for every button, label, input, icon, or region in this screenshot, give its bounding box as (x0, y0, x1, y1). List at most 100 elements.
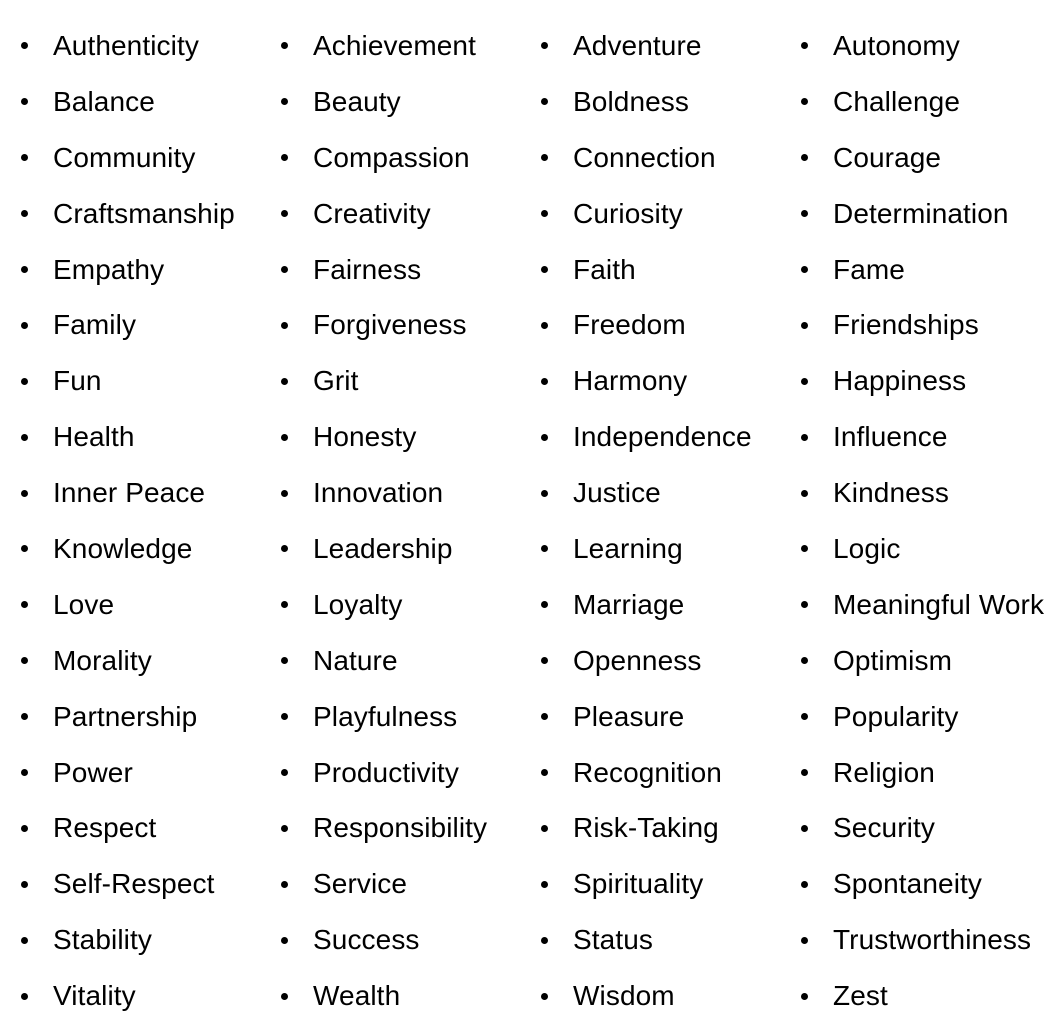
bullet-icon (281, 42, 288, 50)
bullet-icon (281, 657, 288, 665)
list-item: Morality (14, 633, 274, 689)
list-item: Meaningful Work (794, 577, 1050, 633)
bullet-icon (541, 601, 548, 609)
list-item: Creativity (274, 186, 534, 242)
value-label: Risk-Taking (573, 812, 719, 844)
list-item: Spontaneity (794, 856, 1050, 912)
list-item: Kindness (794, 465, 1050, 521)
bullet-icon (21, 936, 28, 944)
value-label: Knowledge (53, 532, 193, 564)
bullet-icon (281, 824, 288, 832)
bullet-icon (281, 266, 288, 273)
value-label: Recognition (573, 756, 722, 788)
bullet-icon (541, 377, 548, 385)
bullet-icon (541, 266, 548, 273)
value-label: Learning (573, 532, 683, 564)
list-item: Nature (274, 633, 534, 689)
value-label: Optimism (833, 644, 953, 676)
bullet-icon (801, 377, 808, 385)
value-label: Status (573, 924, 653, 956)
value-label: Achievement (313, 29, 476, 61)
list-item: Fairness (274, 242, 534, 298)
bullet-icon (801, 601, 808, 609)
bullet-icon (21, 42, 28, 50)
bullet-icon (541, 433, 548, 441)
list-item: Fun (14, 353, 274, 409)
value-label: Morality (53, 644, 152, 676)
bullet-icon (801, 769, 808, 777)
list-item: Vitality (14, 968, 274, 1024)
list-item: Happiness (794, 353, 1050, 409)
list-item: Empathy (14, 242, 274, 298)
value-label: Spontaneity (833, 868, 982, 900)
bullet-icon (21, 266, 28, 273)
list-item: Loyalty (274, 577, 534, 633)
bullet-icon (281, 769, 288, 777)
value-label: Justice (573, 477, 661, 509)
value-label: Adventure (573, 29, 702, 61)
list-item: Risk-Taking (534, 800, 794, 856)
value-label: Service (313, 868, 408, 900)
list-item: Partnership (14, 689, 274, 745)
value-label: Inner Peace (53, 477, 206, 509)
list-item: Community (14, 130, 274, 186)
bullet-icon (21, 154, 28, 162)
value-label: Zest (833, 980, 888, 1012)
value-label: Success (313, 924, 420, 956)
value-label: Partnership (53, 700, 198, 732)
bullet-icon (801, 880, 808, 888)
value-label: Empathy (53, 253, 165, 285)
bullet-icon (281, 377, 288, 385)
bullet-icon (281, 545, 288, 553)
bullet-icon (21, 880, 28, 888)
list-item: Pleasure (534, 689, 794, 745)
value-label: Stability (53, 924, 152, 956)
list-item: Faith (534, 242, 794, 298)
bullet-icon (801, 42, 808, 50)
bullet-icon (541, 154, 548, 162)
bullet-icon (281, 210, 288, 218)
list-item: Learning (534, 521, 794, 577)
bullet-icon (801, 433, 808, 441)
value-label: Grit (313, 365, 359, 397)
value-label: Leadership (313, 532, 453, 564)
value-label: Balance (53, 85, 155, 117)
list-item: Leadership (274, 521, 534, 577)
bullet-icon (21, 321, 28, 329)
bullet-icon (801, 266, 808, 273)
list-item: Wisdom (534, 968, 794, 1024)
value-label: Autonomy (833, 29, 960, 61)
bullet-icon (281, 154, 288, 162)
bullet-icon (541, 880, 548, 888)
bullet-icon (21, 657, 28, 665)
value-label: Authenticity (53, 29, 199, 61)
bullet-icon (801, 713, 808, 721)
list-item: Compassion (274, 130, 534, 186)
bullet-icon (541, 769, 548, 777)
value-label: Popularity (833, 700, 959, 732)
list-item: Independence (534, 409, 794, 465)
value-label: Security (833, 812, 935, 844)
list-item: Courage (794, 130, 1050, 186)
bullet-icon (801, 321, 808, 329)
value-label: Kindness (833, 477, 949, 509)
list-item: Productivity (274, 745, 534, 801)
list-item: Influence (794, 409, 1050, 465)
list-item: Spirituality (534, 856, 794, 912)
value-label: Faith (573, 253, 636, 285)
list-item: Challenge (794, 74, 1050, 130)
list-item: Security (794, 800, 1050, 856)
bullet-icon (21, 98, 28, 106)
value-label: Responsibility (313, 812, 488, 844)
list-item: Curiosity (534, 186, 794, 242)
value-label: Respect (53, 812, 157, 844)
list-item: Innovation (274, 465, 534, 521)
bullet-icon (541, 210, 548, 218)
list-item: Success (274, 912, 534, 968)
list-item: Religion (794, 745, 1050, 801)
bullet-icon (541, 936, 548, 944)
value-label: Health (53, 421, 135, 453)
value-label: Harmony (573, 365, 688, 397)
list-item: Trustworthiness (794, 912, 1050, 968)
bullet-icon (21, 769, 28, 777)
